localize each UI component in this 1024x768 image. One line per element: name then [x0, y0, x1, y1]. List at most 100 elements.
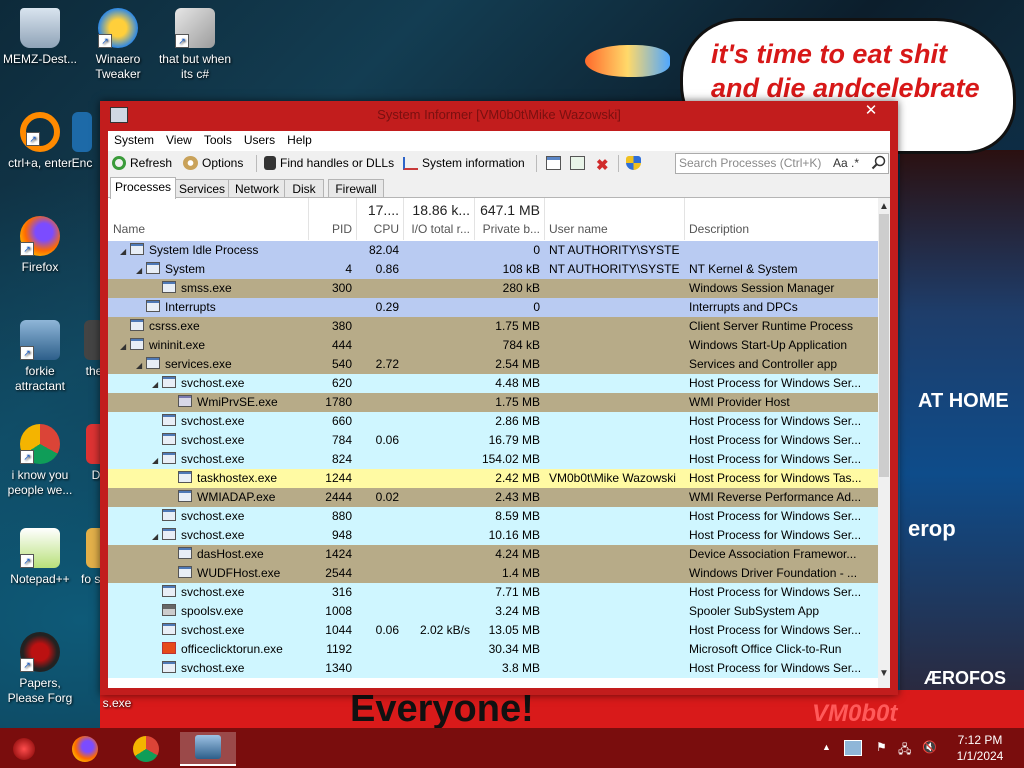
process-row[interactable]: svchost.exe 880 8.59 MB Host Process for Wi… — [108, 507, 878, 526]
clock[interactable]: 7:12 PM 1/1/2024 — [942, 732, 1018, 764]
menu-help[interactable]: Help — [281, 131, 318, 151]
elevate-button[interactable] — [626, 154, 645, 172]
taskbar-firefox[interactable] — [68, 732, 102, 764]
process-row[interactable]: ◢ svchost.exe 948 10.16 MB Host Process for … — [108, 526, 878, 545]
process-pid: 540 — [331, 357, 352, 371]
expand-toggle-icon[interactable]: ◢ — [136, 356, 146, 375]
volume-muted-icon[interactable]: 🔇 — [922, 740, 937, 754]
expand-toggle-icon[interactable]: ◢ — [136, 261, 146, 280]
expand-toggle-icon[interactable]: ◢ — [120, 242, 130, 261]
taskbar-system-informer[interactable] — [180, 732, 236, 766]
process-row[interactable]: svchost.exe 784 0.06 16.79 MB Host Process f… — [108, 431, 878, 450]
desktop-icon-firefox[interactable]: ↗ Firefox — [0, 216, 80, 275]
desktop-icon-enc[interactable]: Enc — [62, 112, 102, 171]
search-input[interactable]: Search Processes (Ctrl+K) Aa .* — [675, 153, 889, 174]
process-row[interactable]: svchost.exe 316 7.71 MB Host Process for Wi… — [108, 583, 878, 602]
column-header-cpu[interactable]: 17.... CPU — [356, 198, 404, 240]
window-find-button[interactable] — [570, 154, 589, 172]
window-button[interactable] — [546, 154, 565, 172]
column-header-pid[interactable]: PID — [308, 198, 357, 240]
tray-overflow-icon[interactable]: ▲ — [822, 742, 831, 752]
options-button[interactable]: Options — [183, 154, 243, 172]
process-pid: 880 — [331, 509, 352, 523]
column-header-name[interactable]: Name — [108, 198, 309, 240]
process-name: taskhostex.exe — [197, 471, 278, 485]
process-name-cell: svchost.exe — [152, 583, 304, 602]
process-row[interactable]: ◢ wininit.exe 444 784 kB Windows Start-Up Ap… — [108, 336, 878, 355]
tray-app-icon[interactable] — [844, 740, 862, 756]
process-row[interactable]: WMIADAP.exe 2444 0.02 2.43 MB WMI Reverse Pe… — [108, 488, 878, 507]
refresh-button[interactable]: Refresh — [112, 154, 172, 172]
scroll-down-icon[interactable]: ▼ — [879, 668, 889, 679]
terminate-button[interactable]: ✖ — [596, 154, 615, 173]
process-row[interactable]: ◢ svchost.exe 824 154.02 MB Host Process for… — [108, 450, 878, 469]
process-row[interactable]: spoolsv.exe 1008 3.24 MB Spooler SubSystem … — [108, 602, 878, 621]
menu-users[interactable]: Users — [238, 131, 281, 151]
system-information-button[interactable]: System information — [403, 154, 525, 172]
menu-tools[interactable]: Tools — [198, 131, 238, 151]
process-name: svchost.exe — [181, 376, 245, 390]
taskbar-memz[interactable] — [7, 732, 41, 764]
process-private-bytes: 16.79 MB — [488, 433, 540, 447]
process-row[interactable]: ◢ services.exe 540 2.72 2.54 MB Services and … — [108, 355, 878, 374]
process-row[interactable]: csrss.exe 380 1.75 MB Client Server Runtime… — [108, 317, 878, 336]
process-row[interactable]: ◢ System 4 0.86 108 kB NT AUTHORITY\SYSTEM NT … — [108, 260, 878, 279]
process-row[interactable]: smss.exe 300 280 kB Windows Session Manager — [108, 279, 878, 298]
menu-system[interactable]: System — [108, 131, 160, 151]
desktop-icon-s-exe[interactable]: s.exe — [92, 696, 142, 711]
process-name: services.exe — [165, 357, 232, 371]
process-row[interactable]: ◢ System Idle Process 82.04 0 NT AUTHORITY\S… — [108, 241, 878, 260]
case-sensitive-toggle[interactable]: Aa .* — [833, 154, 859, 173]
desktop-icon-that-but-when[interactable]: ↗ that but when its c# — [155, 8, 235, 82]
desktop-icon-label: Papers, Please Forg — [7, 676, 73, 705]
network-icon[interactable]: 🖧 — [898, 740, 911, 761]
process-row[interactable]: officeclicktorun.exe 1192 30.34 MB Microsof… — [108, 640, 878, 659]
process-description: WMI Reverse Performance Ad... — [689, 490, 862, 504]
expand-toggle-icon[interactable]: ◢ — [120, 337, 130, 356]
search-icon[interactable] — [871, 155, 886, 170]
tab-network[interactable]: Network — [228, 179, 286, 198]
tab-processes[interactable]: Processes — [110, 177, 176, 199]
taskbar-chrome[interactable] — [129, 732, 163, 764]
case-label: Aa — [833, 156, 848, 170]
scroll-up-icon[interactable]: ▲ — [879, 201, 889, 212]
desktop-icon-notepadpp[interactable]: ↗ Notepad++ — [0, 528, 80, 587]
tab-disk[interactable]: Disk — [284, 179, 324, 198]
process-row[interactable]: taskhostex.exe 1244 2.42 MB VM0b0t\Mike Waz… — [108, 469, 878, 488]
flag-icon[interactable]: ⚑ — [876, 740, 887, 754]
regex-toggle[interactable]: .* — [851, 156, 859, 170]
desktop-icon-memz[interactable]: MEMZ-Dest... — [0, 8, 80, 67]
process-row[interactable]: dasHost.exe 1424 4.24 MB Device Association… — [108, 545, 878, 564]
process-row[interactable]: svchost.exe 1044 0.06 2.02 kB/s 13.05 MB Host… — [108, 621, 878, 640]
expand-toggle-icon[interactable]: ◢ — [152, 451, 162, 470]
process-row[interactable]: svchost.exe 660 2.86 MB Host Process for Wi… — [108, 412, 878, 431]
system-information-label: System information — [422, 156, 525, 170]
scrollbar-thumb[interactable] — [879, 214, 889, 477]
column-header-io[interactable]: 18.86 k... I/O total r... — [403, 198, 475, 240]
expand-toggle-icon[interactable]: ◢ — [152, 375, 162, 394]
expand-toggle-icon[interactable]: ◢ — [152, 527, 162, 546]
process-name-cell: WMIADAP.exe — [168, 488, 304, 507]
column-header-description[interactable]: Description — [684, 198, 878, 240]
desktop-icon-papers-please[interactable]: ↗ Papers, Please Forg — [0, 632, 80, 706]
find-handles-button[interactable]: Find handles or DLLs — [264, 154, 394, 172]
process-row[interactable]: svchost.exe 1340 3.8 MB Host Process for Wi… — [108, 659, 878, 678]
process-description: Host Process for Windows Ser... — [689, 623, 862, 637]
desktop-icon-forkie[interactable]: ↗ forkie attractant — [0, 320, 80, 394]
process-row[interactable]: ◢ svchost.exe 620 4.48 MB Host Process for W… — [108, 374, 878, 393]
window-titlebar[interactable]: System Informer [VM0b0t\Mike Wazowski] ✕ — [100, 101, 898, 127]
menu-view[interactable]: View — [160, 131, 198, 151]
column-header-user[interactable]: User name — [544, 198, 685, 240]
desktop-icon-winaero[interactable]: ↗ Winaero Tweaker — [78, 8, 158, 82]
binoculars-icon — [264, 156, 276, 170]
tab-firewall[interactable]: Firewall — [328, 179, 384, 198]
close-button[interactable]: ✕ — [848, 101, 894, 122]
process-private-bytes: 2.42 MB — [495, 471, 540, 485]
process-row[interactable]: WmiPrvSE.exe 1780 1.75 MB WMI Provider Host — [108, 393, 878, 412]
tab-services[interactable]: Services — [174, 179, 230, 198]
process-row[interactable]: WUDFHost.exe 2544 1.4 MB Windows Driver Fou… — [108, 564, 878, 583]
column-header-private[interactable]: 647.1 MB Private b... — [474, 198, 545, 240]
process-row[interactable]: Interrupts 0.29 0 Interrupts and DPCs — [108, 298, 878, 317]
desktop-icon-i-know-you[interactable]: ↗ i know you people we... — [0, 424, 80, 498]
vertical-scrollbar[interactable]: ▲ ▼ — [878, 198, 890, 688]
